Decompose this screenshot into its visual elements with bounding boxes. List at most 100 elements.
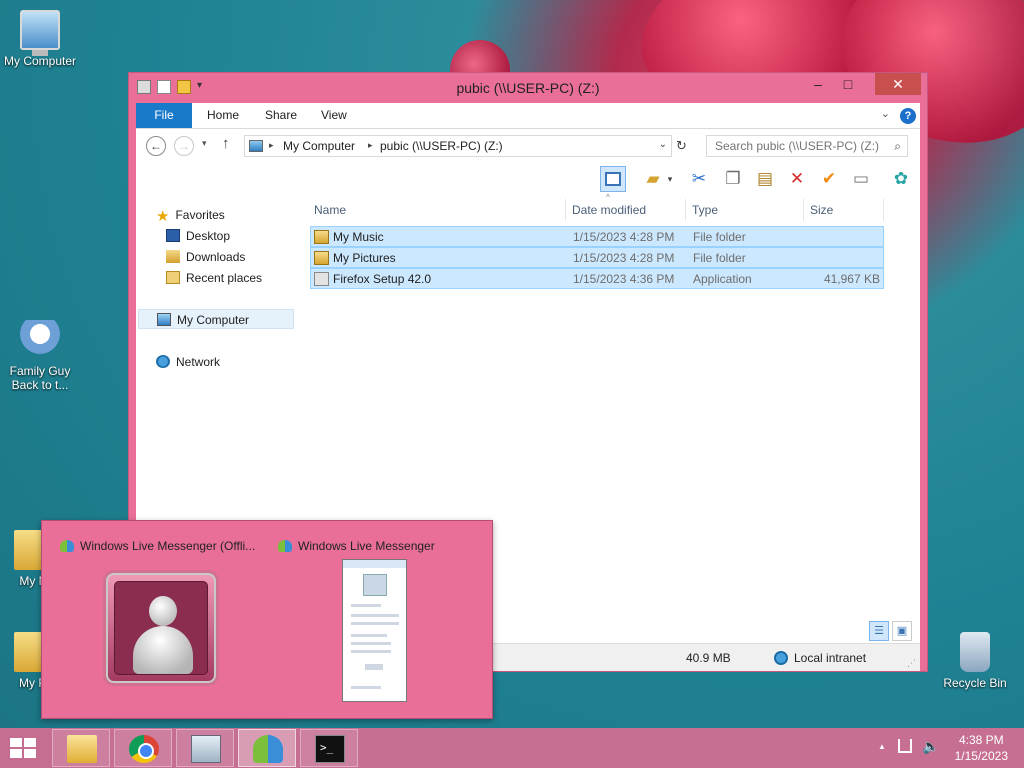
nav-recent-places[interactable]: Recent places xyxy=(166,268,262,288)
taskbar-chrome[interactable] xyxy=(114,729,172,767)
nav-downloads[interactable]: Downloads xyxy=(166,247,245,267)
thumbnail-line xyxy=(351,642,391,645)
desktop-icon-label: My Computer xyxy=(3,54,77,68)
taskbar-thumbnail-popup: Windows Live Messenger (Offli... Windows… xyxy=(41,520,493,719)
column-header-size[interactable]: Size xyxy=(804,199,884,221)
column-header-type[interactable]: Type xyxy=(686,199,804,221)
thumbnail-line xyxy=(351,686,381,689)
messenger-window-thumbnail[interactable] xyxy=(342,559,407,702)
address-dropdown-icon[interactable]: ⌄ xyxy=(659,139,667,150)
chrome-icon xyxy=(129,735,159,763)
search-box[interactable]: ⌕ xyxy=(706,135,908,157)
windows-logo-icon xyxy=(10,738,22,747)
taskbar-remote-desktop[interactable] xyxy=(176,729,234,767)
folder-options-chevron-icon[interactable]: ▾ xyxy=(664,166,676,192)
show-hidden-icons-icon[interactable]: ▲ xyxy=(878,742,886,751)
delete-button[interactable]: ✕ xyxy=(784,166,810,192)
desktop-icon-label: Recycle Bin xyxy=(943,676,1007,690)
desktop-icon-recycle-bin[interactable]: Recycle Bin xyxy=(935,632,1015,690)
clock[interactable]: 4:38 PM 1/15/2023 xyxy=(955,732,1008,764)
file-name: My Music xyxy=(333,230,384,244)
file-row[interactable]: Firefox Setup 42.0 1/15/2023 4:36 PM App… xyxy=(310,268,884,289)
clock-time: 4:38 PM xyxy=(958,733,1004,747)
messenger-offline-thumbnail[interactable] xyxy=(106,573,216,683)
breadcrumb-my-computer[interactable]: My Computer xyxy=(283,139,355,153)
file-name: My Pictures xyxy=(333,251,396,265)
desktop-icon-family-guy[interactable]: Family Guy Back to t... xyxy=(0,320,80,392)
computer-icon xyxy=(157,313,171,326)
thumbnail-line xyxy=(351,650,391,653)
column-header-name[interactable]: Name xyxy=(308,199,566,221)
column-header-date-modified[interactable]: Date modified xyxy=(566,199,686,221)
nav-item-label: Desktop xyxy=(186,229,231,243)
file-size: 41,967 KB xyxy=(823,272,880,286)
folder-options-button[interactable]: ▰ xyxy=(640,166,666,192)
resize-grip-icon[interactable]: ⋰ xyxy=(907,658,916,669)
downloads-icon xyxy=(166,250,180,263)
nav-item-label: Network xyxy=(176,355,221,369)
tab-share[interactable]: Share xyxy=(252,103,310,128)
navigation-bar: ← → ▾ ↑ ▸ My Computer ▸ pubic (\\USER-PC… xyxy=(136,129,920,163)
copy-button[interactable]: ❐ xyxy=(720,166,746,192)
back-button[interactable]: ← xyxy=(146,136,166,156)
installer-icon xyxy=(314,272,329,286)
cut-button[interactable]: ✂ xyxy=(686,166,712,192)
preview-pane-button[interactable] xyxy=(600,166,626,192)
properties-button[interactable]: ✿ xyxy=(888,166,914,192)
file-row[interactable]: My Music 1/15/2023 4:28 PM File folder xyxy=(310,226,884,247)
apply-button[interactable]: ✔ xyxy=(816,166,842,192)
file-type: File folder xyxy=(693,230,746,244)
taskbar-file-explorer[interactable] xyxy=(52,729,110,767)
file-row[interactable]: My Pictures 1/15/2023 4:28 PM File folde… xyxy=(310,247,884,268)
messenger-icon xyxy=(278,540,292,552)
breadcrumb-separator-icon[interactable]: ▸ xyxy=(269,140,274,151)
network-icon[interactable] xyxy=(898,739,912,753)
title-bar[interactable]: ▾ pubic (\\USER-PC) (Z:) – □ ✕ xyxy=(129,73,927,103)
details-view-icon[interactable]: ☰ xyxy=(869,621,889,641)
breadcrumb-current-drive[interactable]: pubic (\\USER-PC) (Z:) xyxy=(380,139,503,153)
computer-icon xyxy=(20,10,60,56)
music-folder-icon xyxy=(314,230,329,244)
ribbon-tabs: File Home Share View ⌄ ? xyxy=(136,103,920,129)
maximize-button[interactable]: □ xyxy=(833,73,863,95)
volume-icon[interactable]: 🔈 xyxy=(922,738,939,755)
tab-home[interactable]: Home xyxy=(194,103,252,128)
ribbon-expand-icon[interactable]: ⌄ xyxy=(881,107,890,120)
thumbnail-line xyxy=(351,604,381,607)
network-icon xyxy=(156,355,170,368)
thumbnail-title-offline[interactable]: Windows Live Messenger (Offli... xyxy=(60,539,260,553)
nav-desktop[interactable]: Desktop xyxy=(166,226,230,246)
file-explorer-icon xyxy=(67,735,97,763)
search-icon[interactable]: ⌕ xyxy=(894,139,901,154)
help-icon[interactable]: ? xyxy=(900,108,916,124)
rename-button[interactable]: ▭ xyxy=(848,166,874,192)
close-button[interactable]: ✕ xyxy=(875,73,921,95)
status-total-size: 40.9 MB xyxy=(686,651,731,665)
tab-file[interactable]: File xyxy=(136,103,192,128)
recent-locations-chevron-icon[interactable]: ▾ xyxy=(202,138,207,149)
desktop-icon-my-computer[interactable]: My Computer xyxy=(0,10,80,68)
star-icon: ★ xyxy=(156,208,170,225)
taskbar-command-prompt[interactable] xyxy=(300,729,358,767)
forward-button[interactable]: → xyxy=(174,136,194,156)
address-bar[interactable]: ▸ My Computer ▸ pubic (\\USER-PC) (Z:) ⌄ xyxy=(244,135,672,157)
nav-my-computer[interactable]: My Computer xyxy=(138,309,294,329)
status-security-zone: Local intranet xyxy=(794,651,867,665)
user-silhouette-body xyxy=(133,626,193,674)
command-prompt-icon xyxy=(315,735,345,763)
up-button[interactable]: ↑ xyxy=(222,135,230,152)
paste-button[interactable]: ▤ xyxy=(752,166,778,192)
taskbar-windows-live-messenger[interactable] xyxy=(238,729,296,767)
search-input[interactable] xyxy=(715,136,885,156)
nav-favorites[interactable]: ★ Favorites xyxy=(156,205,225,225)
breadcrumb-separator-icon[interactable]: ▸ xyxy=(368,140,373,151)
tab-view[interactable]: View xyxy=(308,103,360,128)
thumbnail-title-messenger[interactable]: Windows Live Messenger xyxy=(278,539,488,553)
minimize-button[interactable]: – xyxy=(803,73,833,95)
nav-network[interactable]: Network xyxy=(156,352,220,372)
user-silhouette-icon xyxy=(363,574,387,596)
start-button[interactable] xyxy=(10,738,38,760)
large-icons-view-icon[interactable]: ▣ xyxy=(892,621,912,641)
desktop-icon-label: Family Guy Back to t... xyxy=(9,364,71,392)
refresh-icon[interactable]: ↻ xyxy=(676,138,687,154)
